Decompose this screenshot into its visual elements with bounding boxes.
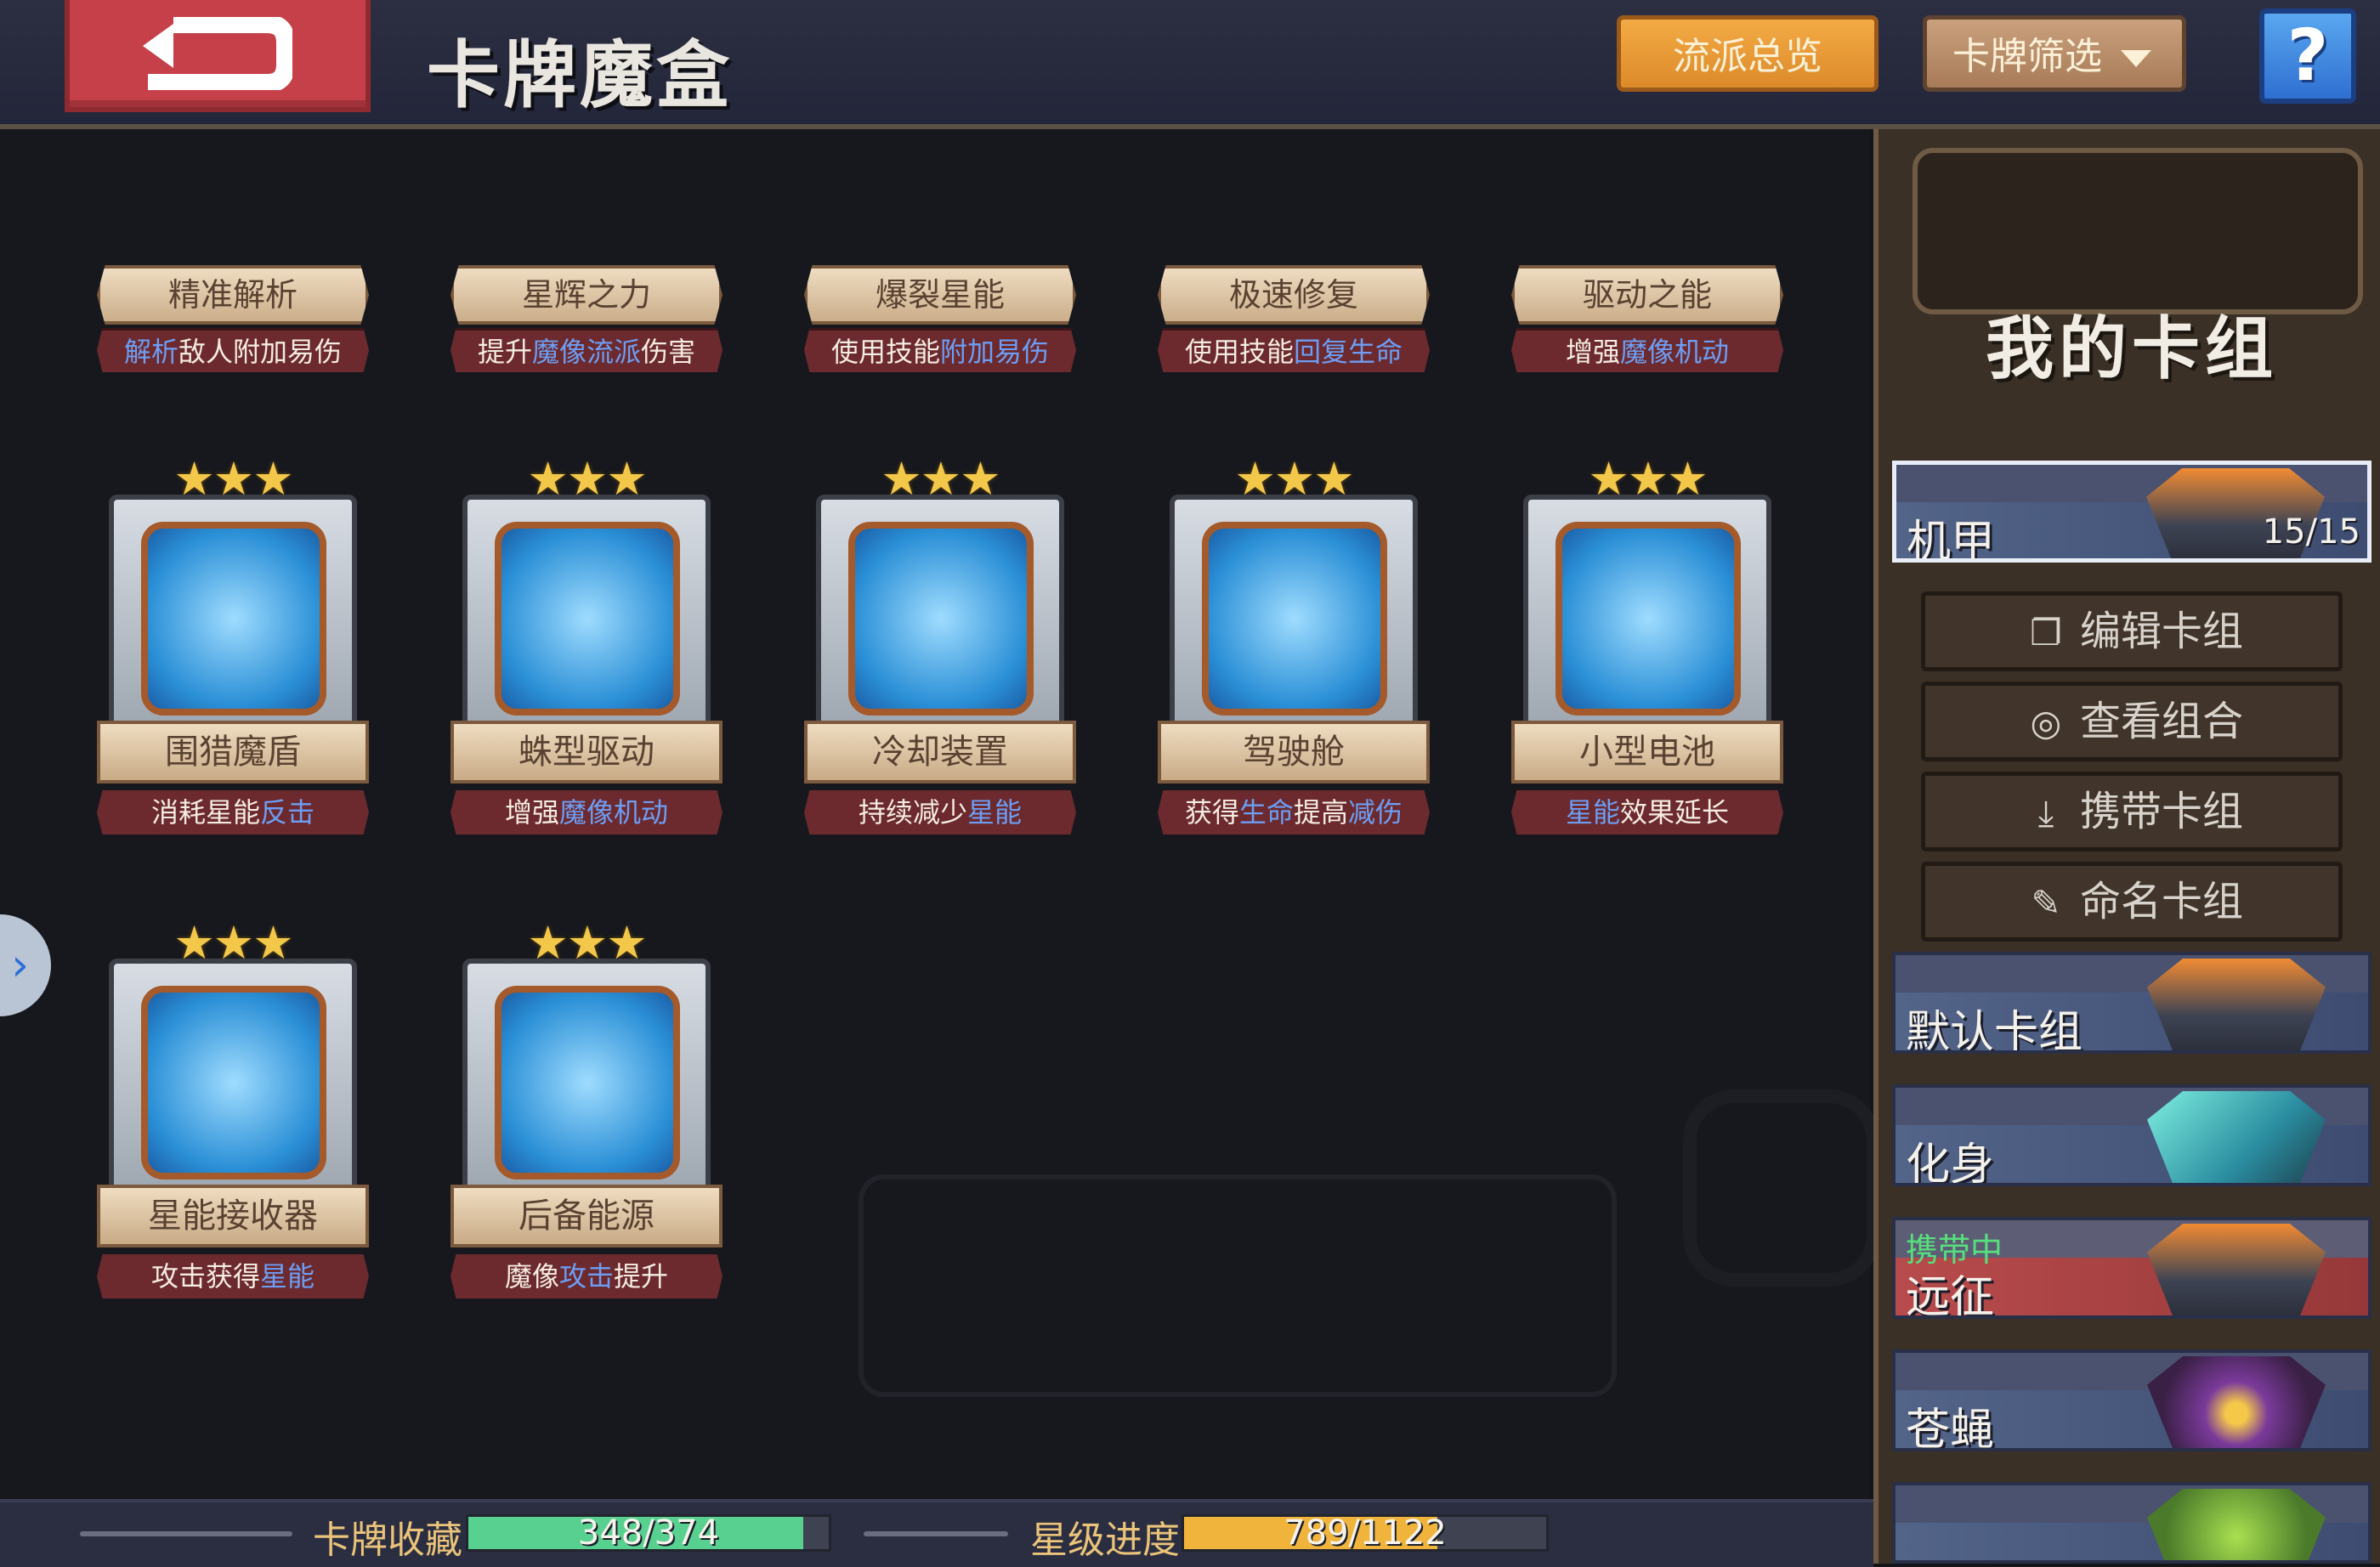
- card-name: 蛛型驱动: [450, 721, 722, 784]
- card-frame: [462, 495, 711, 750]
- card-desc: 星能效果延长: [1511, 790, 1783, 834]
- download-icon: ⤓: [2037, 792, 2054, 834]
- skill-banner[interactable]: 星辉之力 提升魔像流派伤害: [450, 265, 722, 376]
- card-desc: 增强魔像机动: [450, 790, 722, 834]
- card-name: 冷却装置: [804, 721, 1076, 784]
- card-frame: [109, 959, 357, 1213]
- chevron-right-icon[interactable]: ›: [0, 914, 51, 1016]
- skill-banner[interactable]: 极速修复 使用技能回复生命: [1158, 265, 1430, 376]
- deck-item-active[interactable]: 机甲 15/15: [1892, 461, 2372, 563]
- skill-name: 精准解析: [97, 265, 369, 325]
- skill-desc: 解析敌人附加易伤: [97, 328, 369, 372]
- card-item[interactable]: ★★★ 蛛型驱动 增强魔像机动: [450, 452, 722, 843]
- deck-name: 苍蝇: [1906, 1405, 1995, 1451]
- card-name: 星能接收器: [97, 1185, 369, 1247]
- card-item[interactable]: ★★★ 星能接收器 攻击获得星能: [97, 916, 369, 1307]
- help-button[interactable]: ?: [2259, 8, 2356, 104]
- deck-item[interactable]: 默认卡组: [1892, 952, 2372, 1054]
- card-filter-label: 卡牌筛选: [1952, 35, 2102, 78]
- skill-desc: 增强魔像机动: [1511, 328, 1783, 372]
- skill-name: 星辉之力: [450, 265, 722, 325]
- star-progress-value: 789/1122: [1284, 1513, 1447, 1553]
- rename-deck-button[interactable]: ✎ 命名卡组: [1921, 862, 2343, 942]
- shield-drone-icon: [141, 522, 326, 716]
- card-grid: 精准解析 解析敌人附加易伤 星辉之力 提升魔像流派伤害 爆裂星能 使用技能附加易…: [0, 129, 1880, 1499]
- star-progress: 789/1122: [1182, 1514, 1549, 1552]
- edit-deck-button[interactable]: ❐ 编辑卡组: [1921, 591, 2343, 671]
- skill-banner[interactable]: 驱动之能 增强魔像机动: [1511, 265, 1783, 376]
- collection-label: 卡牌收藏: [313, 1519, 462, 1562]
- pencil-icon: ✎: [2031, 882, 2061, 924]
- star-progress-label: 星级进度: [1030, 1519, 1180, 1562]
- deck-name: 机甲: [1907, 517, 1996, 563]
- card-frame: [816, 495, 1064, 750]
- skill-desc: 使用技能附加易伤: [804, 328, 1076, 372]
- backup-energy-icon: [495, 986, 680, 1179]
- cockpit-icon: [1202, 522, 1387, 716]
- background-joystick: [1683, 1089, 1880, 1287]
- battery-icon: [1556, 522, 1741, 716]
- deck-panel: 我的卡组 机甲 15/15 ❐ 编辑卡组 ◎ 查看组合 ⤓ 携带卡组 ✎ 命名卡组 默认…: [1873, 129, 2380, 1564]
- back-arrow-icon: [143, 17, 292, 90]
- deck-name: 默认卡组: [1906, 1007, 2083, 1054]
- card-frame: [109, 495, 357, 750]
- eye-icon: ◎: [2030, 702, 2062, 744]
- card-frame: [462, 959, 711, 1213]
- card-item[interactable]: ★★★ 围猎魔盾 消耗星能反击: [97, 452, 369, 843]
- skill-banner[interactable]: 精准解析 解析敌人附加易伤: [97, 265, 369, 376]
- receiver-icon: [141, 986, 326, 1179]
- card-desc: 消耗星能反击: [97, 790, 369, 834]
- card-name: 小型电池: [1511, 721, 1783, 784]
- skill-name: 极速修复: [1158, 265, 1430, 325]
- back-button[interactable]: [65, 0, 371, 112]
- mech-avatar-icon: [2147, 1224, 2326, 1315]
- card-item[interactable]: ★★★ 驾驶舱 获得生命提高减伤: [1158, 452, 1430, 843]
- carry-deck-button[interactable]: ⤓ 携带卡组: [1921, 772, 2343, 851]
- cooling-device-icon: [848, 522, 1034, 716]
- card-desc: 攻击获得星能: [97, 1254, 369, 1298]
- deck-item[interactable]: [1892, 1482, 2372, 1564]
- avatar-icon: [2147, 1489, 2326, 1560]
- card-item[interactable]: ★★★ 冷却装置 持续减少星能: [804, 452, 1076, 843]
- chevron-down-icon: [2121, 50, 2151, 67]
- card-desc: 魔像攻击提升: [450, 1254, 722, 1298]
- top-bar: 卡牌魔盒 流派总览 卡牌筛选 ?: [0, 0, 2380, 129]
- card-name: 后备能源: [450, 1185, 722, 1247]
- panel-frame: [1912, 148, 2363, 314]
- collection-progress: 348/374: [466, 1514, 831, 1552]
- card-item[interactable]: ★★★ 小型电池 星能效果延长: [1511, 452, 1783, 843]
- skill-name: 驱动之能: [1511, 265, 1783, 325]
- collection-value: 348/374: [577, 1513, 720, 1553]
- card-filter-dropdown[interactable]: 卡牌筛选: [1923, 15, 2186, 92]
- copy-icon: ❐: [2030, 612, 2062, 653]
- card-desc: 持续减少星能: [804, 790, 1076, 834]
- deck-count: 15/15: [2262, 512, 2360, 552]
- skill-desc: 使用技能回复生命: [1158, 328, 1430, 372]
- spider-drive-icon: [495, 522, 680, 716]
- card-desc: 获得生命提高减伤: [1158, 790, 1430, 834]
- card-frame: [1523, 495, 1771, 750]
- avatar-icon: [2147, 1091, 2326, 1183]
- page-title: 卡牌魔盒: [427, 33, 733, 118]
- background-hint-box: [858, 1174, 1617, 1397]
- deck-item[interactable]: 苍蝇: [1892, 1349, 2372, 1451]
- progress-bar-footer: 卡牌收藏 348/374 星级进度 789/1122: [0, 1499, 1873, 1567]
- deck-item[interactable]: 化身: [1892, 1084, 2372, 1186]
- deck-name: 化身: [1906, 1140, 1995, 1186]
- mech-avatar-icon: [2147, 959, 2326, 1050]
- skill-desc: 提升魔像流派伤害: [450, 328, 722, 372]
- deck-name: 远征: [1906, 1272, 1995, 1319]
- card-item[interactable]: ★★★ 后备能源 魔像攻击提升: [450, 916, 722, 1307]
- skill-name: 爆裂星能: [804, 265, 1076, 325]
- fly-avatar-icon: [2147, 1356, 2326, 1448]
- genre-overview-button[interactable]: 流派总览: [1617, 15, 1878, 92]
- deck-item[interactable]: 携带中 远征: [1892, 1217, 2372, 1319]
- card-frame: [1170, 495, 1418, 750]
- panel-title: 我的卡组: [1986, 309, 2278, 388]
- view-combo-button[interactable]: ◎ 查看组合: [1921, 682, 2343, 761]
- card-name: 驾驶舱: [1158, 721, 1430, 784]
- card-name: 围猎魔盾: [97, 721, 369, 784]
- skill-banner[interactable]: 爆裂星能 使用技能附加易伤: [804, 265, 1076, 376]
